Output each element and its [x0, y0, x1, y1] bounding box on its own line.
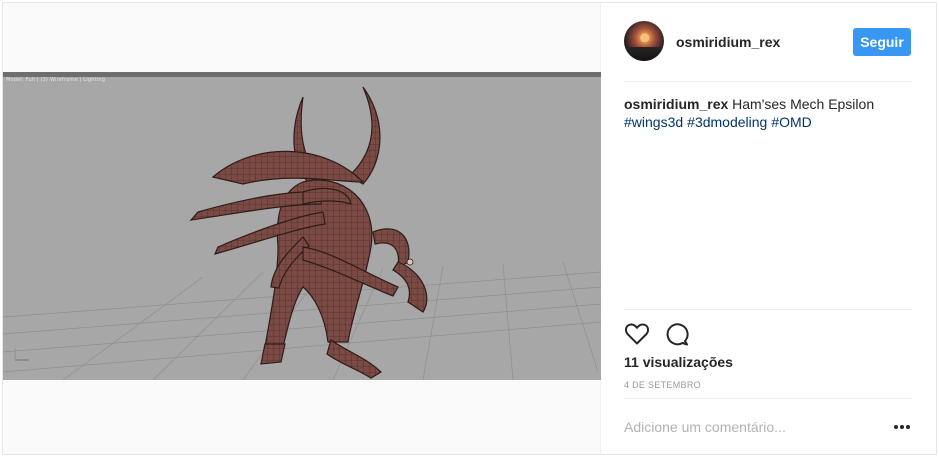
caption-username[interactable]: osmiridium_rex — [624, 96, 728, 112]
follow-button[interactable]: Seguir — [853, 28, 911, 56]
hashtag-link[interactable]: #3dmodeling — [687, 114, 767, 130]
model-viewport-image[interactable]: Model: Full | (3) Wireframe | Lighting — [3, 72, 601, 380]
hashtag-link[interactable]: #OMD — [771, 114, 811, 130]
header-username[interactable]: osmiridium_rex — [676, 34, 780, 50]
view-count[interactable]: 11 visualizações — [624, 354, 733, 370]
model-eye — [406, 258, 414, 266]
speech-bubble-icon[interactable] — [664, 322, 690, 346]
caption-text: Ham'ses Mech Epsilon — [732, 96, 875, 112]
post-caption: osmiridium_rex Ham'ses Mech Epsilon #win… — [624, 95, 912, 131]
heart-outline-icon[interactable] — [624, 322, 650, 346]
post-header: osmiridium_rex Seguir — [624, 3, 912, 82]
more-dots-icon[interactable] — [894, 421, 912, 433]
creature-model-render — [3, 86, 601, 380]
post-media: Model: Full | (3) Wireframe | Lighting — [3, 3, 601, 454]
hashtag-link[interactable]: #wings3d — [624, 114, 683, 130]
post-actions — [624, 309, 912, 357]
hashtag-list: #wings3d #3dmodeling #OMD — [624, 113, 912, 131]
avatar[interactable] — [624, 21, 664, 61]
comment-input[interactable] — [624, 417, 874, 437]
comment-bar — [624, 398, 912, 454]
instagram-post: Model: Full | (3) Wireframe | Lighting o… — [2, 2, 937, 455]
post-date[interactable]: 4 DE SETEMBRO — [624, 380, 701, 390]
post-sidebar: osmiridium_rex Seguir osmiridium_rex Ham… — [602, 3, 936, 454]
